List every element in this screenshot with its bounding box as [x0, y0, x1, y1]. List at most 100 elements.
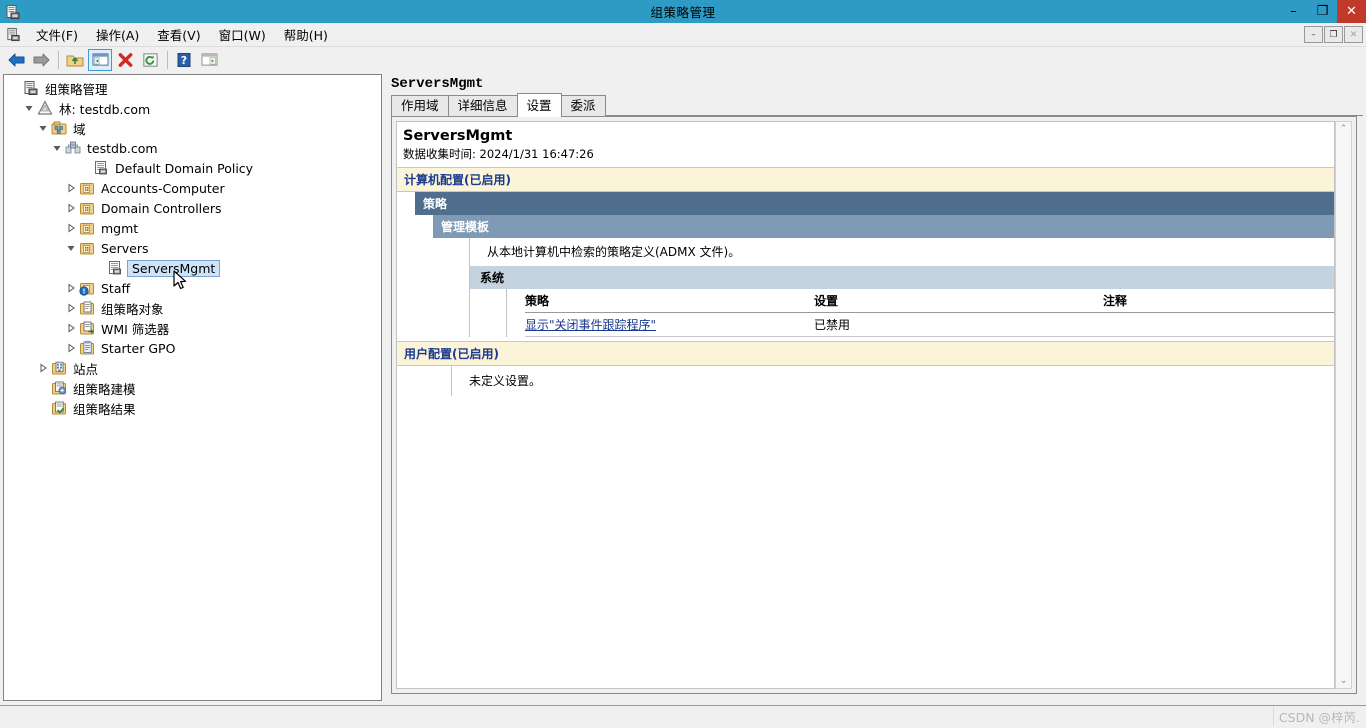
report-scrollbar[interactable]: ⌃ ⌄ [1335, 121, 1352, 689]
tree-node-gpo-container[interactable]: 组策略对象 [8, 298, 381, 318]
tree-node-domains[interactable]: 域 [8, 118, 381, 138]
policies-body: 管理模板 从本地计算机中检索的策略定义(ADMX 文件)。 系统 策略 设置 注… [433, 215, 1334, 337]
detail-pane-title: ServersMgmt [391, 76, 484, 92]
tree-node-sites[interactable]: 站点 [8, 358, 381, 378]
cell-policy[interactable]: 显示"关闭事件跟踪程序" [525, 312, 814, 337]
domains-icon [50, 120, 68, 136]
system-body: 策略 设置 注释 显示"关闭事件跟踪程序" 已禁用 [506, 289, 1334, 337]
menu-help[interactable]: 帮助(H) [275, 22, 337, 47]
tree-node-forest[interactable]: 林: testdb.com [8, 98, 381, 118]
settings-report[interactable]: ServersMgmt 数据收集时间: 2024/1/31 16:47:26 计… [396, 121, 1335, 689]
tree-node-results[interactable]: 组策略结果 [8, 398, 381, 418]
settings-table-header-row: 策略 设置 注释 [525, 289, 1334, 313]
help-icon[interactable]: ? [172, 49, 196, 71]
mdi-close-button[interactable]: ✕ [1344, 26, 1363, 43]
gpmc-icon [2, 2, 24, 22]
expand-collapse-right-icon[interactable] [64, 323, 78, 333]
scroll-down-icon[interactable]: ⌄ [1340, 674, 1348, 688]
tree-node-label: 站点 [73, 361, 99, 377]
menu-action[interactable]: 操作(A) [87, 22, 148, 47]
tree-node-label: mgmt [101, 220, 139, 236]
tree-node-servers[interactable]: Servers [8, 238, 381, 258]
expand-collapse-down-icon[interactable] [36, 123, 50, 133]
tree-node-domain-testdb[interactable]: testdb.com [8, 138, 381, 158]
restore-button[interactable]: ❐ [1308, 0, 1337, 23]
tab-settings[interactable]: 设置 [516, 93, 562, 117]
expand-collapse-right-icon[interactable] [64, 283, 78, 293]
detail-pane: ServersMgmt 作用域 详细信息 设置 委派 ServersMgmt 数… [387, 74, 1363, 701]
tree-node-wmi-filters[interactable]: WMI 筛选器 [8, 318, 381, 338]
sites-icon [50, 360, 68, 376]
table-row[interactable]: 显示"关闭事件跟踪程序" 已禁用 [525, 312, 1334, 337]
tree-node-gpmc[interactable]: 组策略管理 [8, 78, 381, 98]
work-area: 组策略管理林: testdb.com 域 testdb.com Default Dom… [0, 72, 1366, 705]
column-setting: 设置 [814, 289, 1103, 313]
cell-setting: 已禁用 [814, 312, 1103, 337]
forest-icon [36, 100, 54, 116]
administrative-templates-band[interactable]: 管理模板 [433, 215, 1334, 238]
expand-collapse-down-icon[interactable] [22, 103, 36, 113]
window-title: 组策略管理 [650, 5, 716, 20]
ou-blocked-icon [78, 280, 96, 296]
forward-icon[interactable] [29, 49, 53, 71]
gpmc-small-icon [3, 26, 23, 44]
menu-view[interactable]: 查看(V) [148, 22, 209, 47]
close-button[interactable]: ✕ [1337, 0, 1366, 23]
menu-file[interactable]: 文件(F) [27, 22, 87, 47]
policies-band[interactable]: 策略 [415, 192, 1334, 215]
user-configuration-body: 未定义设置。 [415, 366, 1334, 396]
system-band[interactable]: 系统 [470, 266, 1334, 289]
tree-node-default-domain-policy[interactable]: Default Domain Policy [8, 158, 381, 178]
cell-comment [1103, 312, 1334, 337]
tree-node-label: 组策略管理 [45, 81, 108, 97]
minimize-button[interactable]: – [1279, 0, 1308, 23]
menu-window[interactable]: 窗口(W) [210, 22, 275, 47]
expand-collapse-right-icon[interactable] [64, 303, 78, 313]
tree-node-accounts-computer[interactable]: Accounts-Computer [8, 178, 381, 198]
tab-scope[interactable]: 作用域 [391, 95, 449, 116]
mdi-minimize-button[interactable]: – [1304, 26, 1323, 43]
wmi-filter-icon [78, 320, 96, 336]
delete-icon[interactable] [113, 49, 137, 71]
refresh-icon[interactable] [138, 49, 162, 71]
expand-collapse-down-icon[interactable] [50, 143, 64, 153]
show-hide-tree-icon[interactable] [88, 48, 112, 71]
ou-icon [78, 180, 96, 196]
tree-node-domain-controllers[interactable]: Domain Controllers [8, 198, 381, 218]
properties-icon[interactable] [197, 49, 221, 71]
expand-collapse-right-icon[interactable] [64, 223, 78, 233]
tab-strip-filler [604, 114, 1363, 116]
mdi-window-controls: – ❐ ✕ [1303, 26, 1363, 43]
back-icon[interactable] [4, 49, 28, 71]
expand-collapse-down-icon[interactable] [64, 243, 78, 253]
tree-node-modeling[interactable]: 组策略建模 [8, 378, 381, 398]
column-policy: 策略 [525, 289, 814, 313]
mdi-restore-button[interactable]: ❐ [1324, 26, 1343, 43]
up-folder-icon[interactable] [63, 49, 87, 71]
console-tree[interactable]: 组策略管理林: testdb.com 域 testdb.com Default Dom… [4, 75, 381, 418]
tree-node-label: Accounts-Computer [101, 180, 225, 196]
tree-node-starter-gpo[interactable]: Starter GPO [8, 338, 381, 358]
tree-node-staff[interactable]: Staff [8, 278, 381, 298]
tab-details[interactable]: 详细信息 [447, 95, 518, 116]
report-title: ServersMgmt [403, 128, 513, 144]
tree-node-mgmt[interactable]: mgmt [8, 218, 381, 238]
expand-collapse-right-icon[interactable] [64, 203, 78, 213]
ou-icon [78, 220, 96, 236]
tree-node-label: Default Domain Policy [115, 160, 254, 176]
scroll-up-icon[interactable]: ⌃ [1340, 122, 1348, 136]
user-configuration-note: 未定义设置。 [469, 374, 542, 388]
computer-configuration-band[interactable]: 计算机配置(已启用) [397, 167, 1334, 192]
gpo-icon [106, 260, 124, 276]
expand-collapse-right-icon[interactable] [64, 183, 78, 193]
user-configuration-band[interactable]: 用户配置(已启用) [397, 341, 1334, 366]
tree-node-label: Domain Controllers [101, 200, 222, 216]
window-controls: – ❐ ✕ [1279, 0, 1366, 23]
console-tree-pane[interactable]: 组策略管理林: testdb.com 域 testdb.com Default Dom… [3, 74, 382, 701]
expand-collapse-right-icon[interactable] [36, 363, 50, 373]
tree-node-serversmgmt[interactable]: ServersMgmt [8, 258, 381, 278]
tree-node-label: 林: testdb.com [59, 101, 151, 117]
expand-collapse-right-icon[interactable] [64, 343, 78, 353]
modeling-icon [50, 380, 68, 396]
tab-delegation[interactable]: 委派 [560, 95, 606, 116]
